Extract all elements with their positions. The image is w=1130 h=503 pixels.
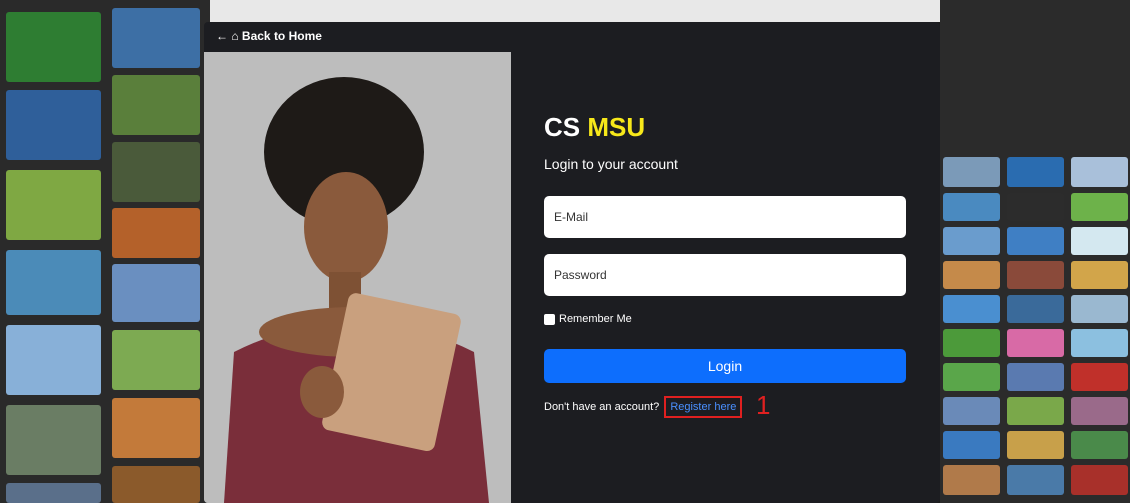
brand-logo: CS MSU	[544, 112, 645, 143]
register-here-link[interactable]: Register here	[664, 396, 743, 418]
login-card: ← ⌂ Back to Home CS MSU Login to your ac…	[204, 22, 940, 503]
background-image-wall-right	[940, 0, 1130, 503]
woman-with-tablet-illustration	[204, 52, 511, 503]
woman-with-tablet-photo	[204, 52, 511, 503]
background-image-wall-left	[0, 0, 210, 503]
annotation-marker: 1	[756, 390, 771, 420]
brand-cs: CS	[544, 112, 588, 142]
back-to-home-link[interactable]: ← ⌂ Back to Home	[216, 29, 322, 43]
login-button[interactable]: Login	[544, 349, 906, 383]
login-form: CS MSU Login to your account Remember Me…	[544, 22, 906, 503]
remember-me-checkbox[interactable]	[544, 313, 555, 325]
email-field[interactable]	[544, 196, 906, 238]
background-top	[210, 0, 940, 22]
remember-me-row[interactable]: Remember Me	[544, 313, 632, 325]
register-prompt: Don't have an account?	[544, 401, 660, 413]
register-row: Don't have an account? Register here	[544, 396, 743, 418]
remember-me-label: Remember Me	[559, 313, 632, 325]
login-subtitle: Login to your account	[544, 156, 678, 172]
brand-msu: MSU	[587, 112, 646, 142]
password-field[interactable]	[544, 254, 906, 296]
